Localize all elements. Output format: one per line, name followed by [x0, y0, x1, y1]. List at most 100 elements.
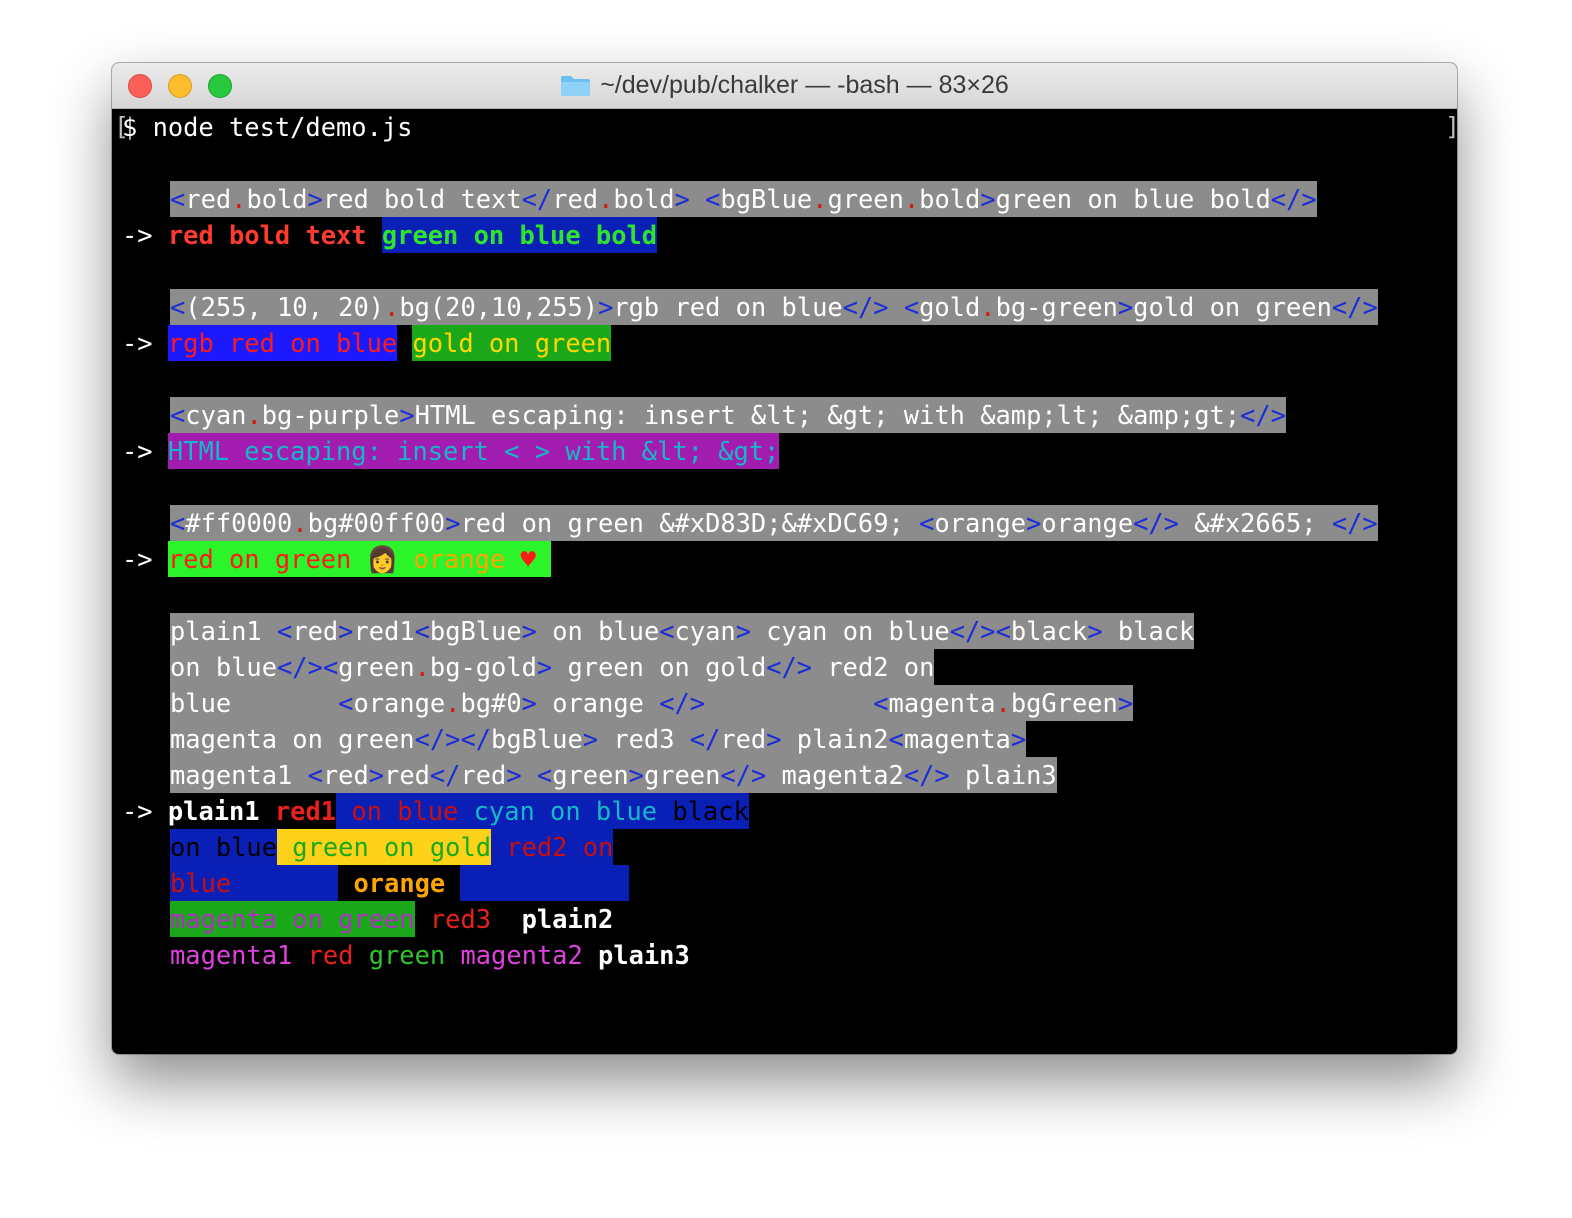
output-red-on-blue: on blue: [336, 796, 459, 826]
output-rgb-red-on-blue: rgb red on blue: [167, 325, 398, 361]
tag-bracket: <: [873, 688, 889, 718]
tag-name: cyan: [185, 400, 247, 430]
example5-output-line3: blue orange: [170, 865, 629, 901]
tag-name: (255, 10, 20): [185, 292, 385, 322]
source-segment: on blue</><green.bg-gold> green on gold<…: [170, 649, 935, 685]
tag-bracket: >: [1026, 508, 1042, 538]
tag-bracket: >: [766, 724, 782, 754]
output-plain2: plain2: [506, 904, 614, 934]
command-line: $ node test/demo.js: [122, 109, 412, 145]
tag-bracket: >: [399, 400, 415, 430]
tag-bracket: >: [445, 508, 461, 538]
source-text: magenta2: [766, 760, 904, 790]
tag-bracket: </: [689, 724, 721, 754]
tag-name: black: [1010, 616, 1088, 646]
source-text: red3: [598, 724, 690, 754]
tag-bracket: >: [536, 652, 553, 682]
source-text: green: [643, 760, 721, 790]
output-red1: red1: [274, 796, 337, 826]
source-text: magenta on green: [170, 724, 415, 754]
source-segment: blue <orange.bg#0> orange </> <magenta.b…: [170, 685, 1134, 721]
tag-dot: .: [995, 688, 1011, 718]
output-black-on-blue: on blue: [170, 829, 278, 865]
tag-name: red: [552, 184, 599, 214]
output-red-bold: red bold text: [167, 220, 367, 250]
arrow-marker: ->: [122, 328, 153, 358]
tag-bracket: </>: [766, 652, 813, 682]
tag-dot: .: [414, 652, 430, 682]
example4-output: -> red on green 👩 orange ♥: [122, 541, 552, 577]
tag-bracket: >: [980, 184, 996, 214]
source-text: black: [1102, 616, 1195, 646]
tag-dot: .: [812, 184, 828, 214]
source-text: [705, 688, 873, 718]
arrow-marker: ->: [122, 796, 153, 826]
command-text: $ node test/demo.js: [122, 112, 413, 142]
tag-name: green: [827, 184, 904, 214]
tag-name: bg(20,10,255): [399, 292, 599, 322]
tag-name: bgBlue: [720, 184, 813, 214]
tag-dot: .: [980, 292, 996, 322]
source-segment: plain1 <red>red1<bgBlue> on blue<cyan> c…: [170, 613, 1195, 649]
tag-bracket: <: [919, 508, 935, 538]
tag-bracket: >: [338, 616, 354, 646]
output-red-on-green: red on green: [167, 544, 367, 574]
tag-name: red: [720, 724, 767, 754]
woman-emoji-icon: 👩: [366, 544, 399, 574]
tag-name: orange: [353, 688, 446, 718]
tag-bracket: </>: [903, 760, 950, 790]
output-magenta-on-green: magenta on green: [170, 901, 415, 937]
terminal-window: ~/dev/pub/chalker — -bash — 83×26 [ ] $ …: [112, 63, 1457, 1054]
source-text: [522, 760, 537, 790]
output-space: [397, 328, 412, 358]
source-segment: <#ff0000.bg#00ff00>red on green &#xD83D;…: [170, 505, 1378, 541]
example5-source-line5: magenta1 <red>red</red> <green>green</> …: [170, 757, 1057, 793]
example4-source: <#ff0000.bg#00ff00>red on green &#xD83D;…: [170, 505, 1378, 541]
tag-bracket: <: [170, 184, 186, 214]
source-text: [690, 184, 705, 214]
source-text: plain2: [781, 724, 889, 754]
source-text: plain3: [949, 760, 1057, 790]
source-segment: <red.bold>red bold text</red.bold> <bgBl…: [170, 181, 1317, 217]
folder-icon: [561, 75, 591, 96]
output-magenta2: magenta2: [445, 940, 583, 970]
tag-bracket: <: [995, 616, 1011, 646]
tag-bracket: >: [674, 184, 690, 214]
tag-bracket: <: [277, 616, 293, 646]
tag-bracket: <: [170, 292, 186, 322]
tag-bracket: <: [536, 760, 553, 790]
example5-source-line3: blue <orange.bg#0> orange </> <magenta.b…: [170, 685, 1134, 721]
output-space: [353, 940, 368, 970]
tag-bracket: >: [1010, 724, 1027, 754]
tag-bracket: <: [903, 292, 920, 322]
example1-output: -> red bold text green on blue bold: [122, 217, 658, 253]
tag-dot: .: [231, 184, 247, 214]
tag-bracket: <: [307, 760, 323, 790]
arrow-marker: ->: [122, 436, 153, 466]
tag-name: bgBlue: [491, 724, 583, 754]
tag-bracket: >: [1087, 616, 1103, 646]
tag-dot: .: [598, 184, 614, 214]
tag-name: green: [552, 760, 629, 790]
tag-bracket: </>: [842, 292, 889, 322]
source-segment: <(255, 10, 20).bg(20,10,255)>rgb red on …: [170, 289, 1378, 325]
tag-name: bg-green: [995, 292, 1118, 322]
source-text: red2 on: [812, 652, 935, 682]
tag-bracket: >: [368, 760, 385, 790]
terminal-output[interactable]: [ ] $ node test/demo.js <red.bold>red bo…: [114, 109, 1457, 1054]
source-text: gold on green: [1133, 292, 1332, 322]
tag-name: orange: [934, 508, 1027, 538]
source-text: red: [384, 760, 430, 790]
output-green-on-gold: green on gold: [277, 829, 492, 865]
output-plain3: plain3: [582, 940, 690, 970]
tag-bracket: </: [429, 760, 461, 790]
example3-output: -> HTML escaping: insert < > with &lt; &…: [122, 433, 780, 469]
example5-output-line1: -> plain1 red1 on blue cyan on blue blac…: [122, 793, 749, 829]
tag-bracket: <: [888, 724, 904, 754]
heart-icon: ♥: [520, 544, 536, 574]
source-text: green on blue bold: [995, 184, 1271, 214]
tag-bracket: </>: [414, 724, 461, 754]
output-blue-bg-block: blue: [170, 865, 339, 901]
tag-bracket: </: [521, 184, 553, 214]
example2-source: <(255, 10, 20).bg(20,10,255)>rgb red on …: [170, 289, 1378, 325]
